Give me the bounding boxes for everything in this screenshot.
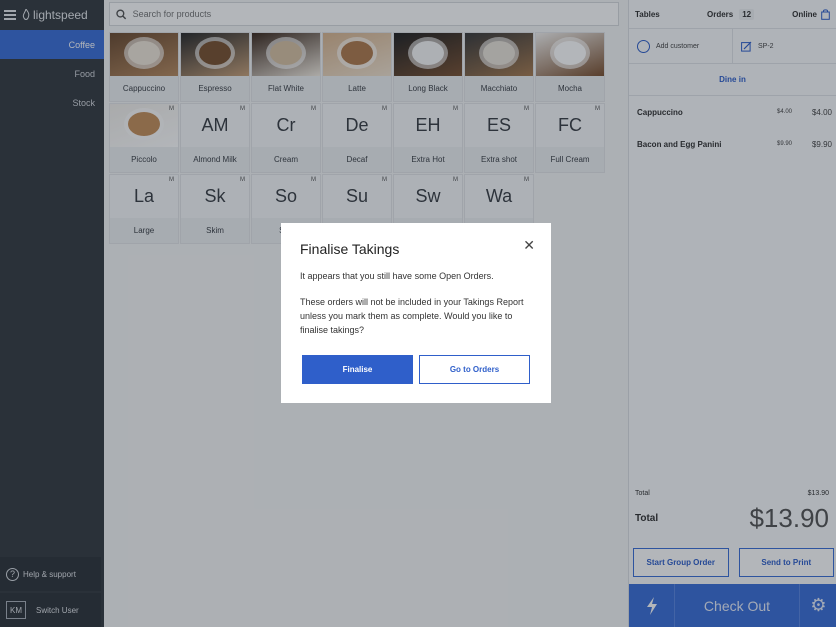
finalise-button[interactable]: Finalise: [302, 355, 413, 384]
dialog-title: Finalise Takings: [300, 241, 400, 257]
close-icon[interactable]: ✕: [523, 237, 535, 254]
dialog-message: These orders will not be included in you…: [300, 297, 524, 335]
finalise-takings-dialog: Finalise Takings ✕ It appears that you s…: [281, 223, 551, 403]
dialog-message: It appears that you still have some Open…: [300, 271, 494, 281]
go-to-orders-button[interactable]: Go to Orders: [419, 355, 530, 384]
